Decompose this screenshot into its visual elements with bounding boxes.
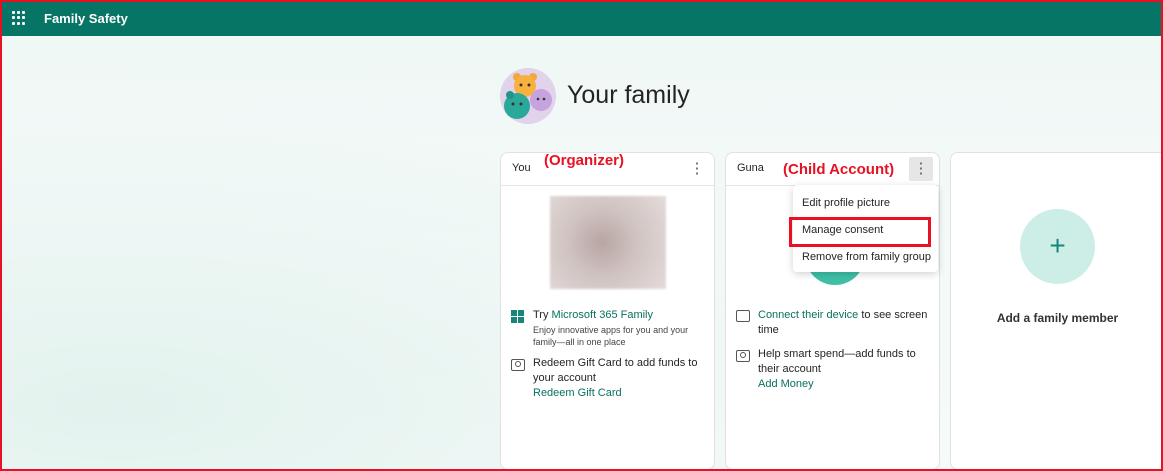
add-money-link[interactable]: Add Money [758,377,928,392]
windows-logo-icon [511,310,525,323]
connect-device-link[interactable]: Connect their device [758,309,858,321]
more-options-icon[interactable]: ⋮ [909,157,933,181]
edit-profile-picture-item[interactable]: Edit profile picture [802,197,890,209]
redeem-gift-card-link[interactable]: Redeem Gift Card [533,386,703,401]
smart-spend-text: Help smart spend—add funds to their acco… [758,348,916,375]
organizer-card: You ⋮ Try Microsoft 365 Family Enjoy inn… [500,152,715,470]
money-icon [736,350,750,362]
add-member-card[interactable]: + Add a family member [950,152,1163,470]
top-bar: Family Safety [0,0,1163,36]
member-name: Guna [737,162,764,174]
remove-from-family-item[interactable]: Remove from family group [802,251,931,263]
profile-photo [550,196,666,289]
device-icon [736,310,750,322]
page-title: Your family [567,81,690,109]
add-member-button[interactable]: + [1020,209,1095,284]
waffle-icon[interactable] [12,11,26,25]
more-options-icon[interactable]: ⋮ [685,157,709,181]
manage-consent-item[interactable]: Manage consent [802,224,883,236]
member-name: You [512,162,531,174]
promo-prefix: Try [533,309,552,321]
app-title: Family Safety [44,11,128,26]
promo-description: Enjoy innovative apps for you and your f… [533,325,689,347]
member-context-menu: Edit profile picture Manage consent Remo… [793,185,938,272]
gift-card-text: Redeem Gift Card to add funds to your ac… [533,357,698,384]
organizer-annotation: (Organizer) [544,152,625,169]
gift-card-icon [511,359,525,371]
add-member-label: Add a family member [996,311,1119,325]
family-avatar [500,68,556,124]
microsoft-365-family-link[interactable]: Microsoft 365 Family [552,309,653,321]
child-account-annotation: (Child Account) [783,161,895,178]
